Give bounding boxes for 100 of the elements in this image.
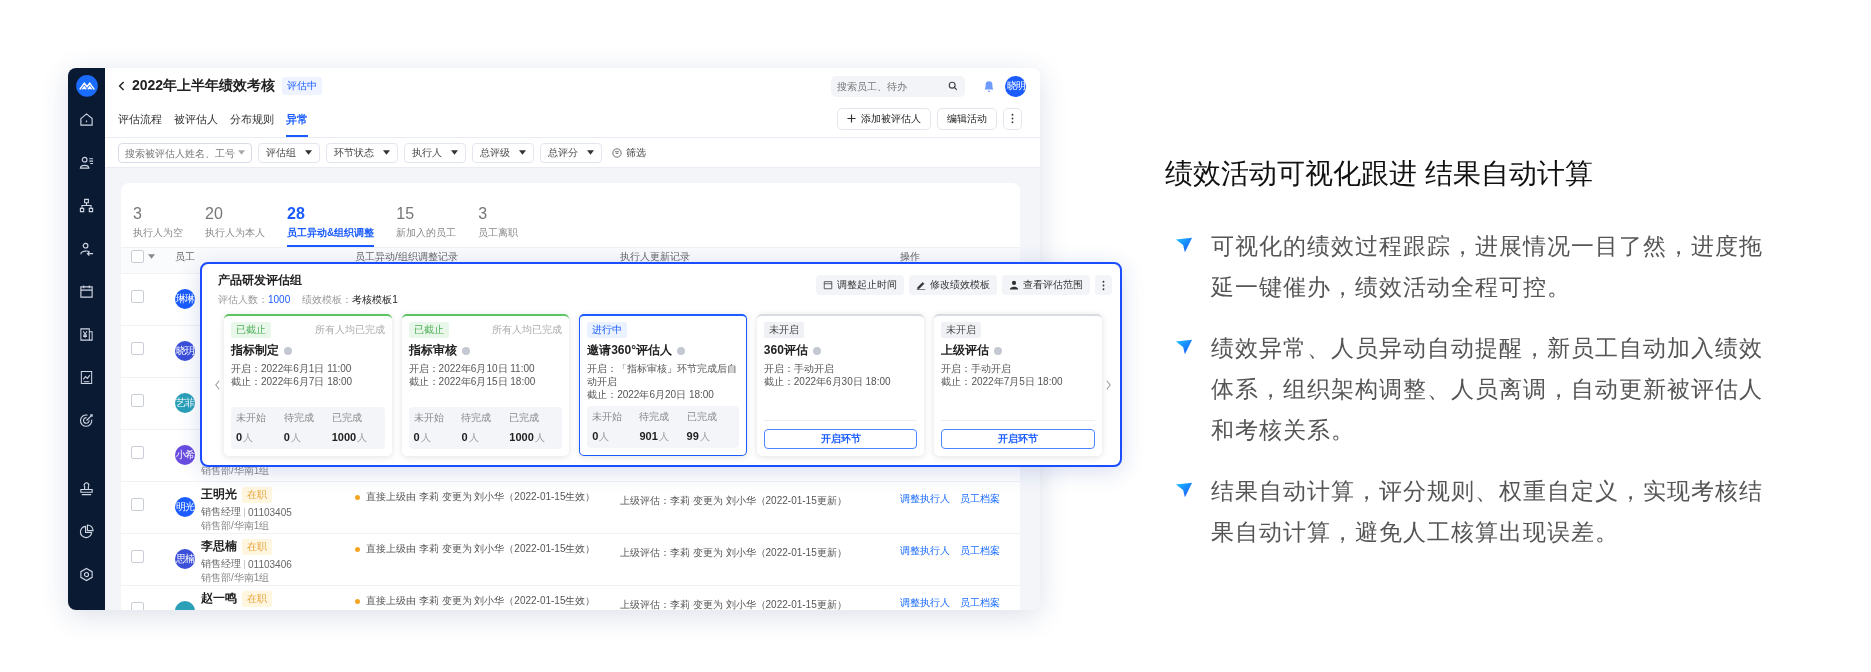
stage-name: 上级评估 xyxy=(941,342,990,359)
stage-name: 邀请360°评估人 xyxy=(587,342,672,359)
stamp-icon[interactable] xyxy=(79,481,94,496)
dot-icon xyxy=(355,546,360,552)
group-action-button[interactable]: 查看评估范围 xyxy=(1002,275,1090,295)
feature-text: 可视化的绩效过程跟踪，进展情况一目了然，进度拖延一键催办，绩效活动全程可控。 xyxy=(1211,232,1764,302)
row-checkbox[interactable] xyxy=(131,290,144,303)
filter-button[interactable]: 筛选 xyxy=(608,145,650,160)
info-icon[interactable] xyxy=(994,346,1003,355)
group-action-button[interactable]: 调整起止时间 xyxy=(816,275,904,295)
filter-dropdown[interactable]: 评估组 xyxy=(258,142,320,163)
stage-start: 开启：手动开启 xyxy=(941,362,1013,375)
stat-tab[interactable]: 3 员工离职 xyxy=(478,205,519,247)
stage-end: 截止：2022年7月5日 18:00 xyxy=(941,375,1064,388)
row-link[interactable]: 员工档案 xyxy=(960,596,1000,610)
group-action-button[interactable]: 修改绩效模板 xyxy=(909,275,997,295)
more-button[interactable] xyxy=(1095,275,1112,295)
count-value: 0 xyxy=(283,431,290,443)
stage-end: 截止：2022年6月7日 18:00 xyxy=(231,375,354,388)
feature-text: 绩效异常、人员异动自动提醒，新员工自动加入绩效体系，组织架构调整、人员离调，自动更新被评估人和考核关系。 xyxy=(1211,334,1764,445)
tab[interactable]: 分布规则 xyxy=(230,112,274,137)
info-icon[interactable] xyxy=(677,346,685,355)
stage-end: 截止：2022年6月15日 18:00 xyxy=(408,375,537,388)
select-all-checkbox[interactable] xyxy=(131,250,144,263)
department-text: 销售部/华南1组 xyxy=(201,571,271,585)
caret-icon xyxy=(519,150,526,155)
tab[interactable]: 被评估人 xyxy=(174,112,218,137)
change-record: 直接上级由 李莉 变更为 刘小华（2022-01-15生效） xyxy=(366,542,596,556)
action-button[interactable]: 添加被评估人 xyxy=(837,107,931,130)
row-link[interactable]: 调整执行人 xyxy=(900,544,950,558)
back-icon[interactable] xyxy=(118,80,126,92)
search-field[interactable]: 搜索员工、待办 xyxy=(831,75,965,97)
home-icon[interactable] xyxy=(79,111,94,127)
filter-dropdown[interactable]: 总评级 xyxy=(472,142,534,163)
row-link[interactable]: 员工档案 xyxy=(960,492,1000,506)
filter-dropdown[interactable]: 环节状态 xyxy=(326,142,398,163)
search-select-field[interactable]: 搜索被评估人姓名、工号 xyxy=(118,143,252,163)
count-value: 0 xyxy=(413,431,420,443)
start-stage-button[interactable]: 开启环节 xyxy=(941,429,1095,449)
position-text: 销售经理 xyxy=(201,505,241,519)
count-label: 待完成 xyxy=(639,410,671,424)
user-arrow-icon[interactable] xyxy=(79,240,94,256)
info-icon[interactable] xyxy=(461,346,470,355)
filter-dropdown[interactable]: 执行人 xyxy=(404,142,466,163)
settings-icon[interactable] xyxy=(79,567,94,582)
row-checkbox[interactable] xyxy=(131,550,144,563)
bullet-icon xyxy=(1175,481,1193,499)
department-text: 销售部/华南1组 xyxy=(201,519,271,533)
user-avatar[interactable]: 晓明 xyxy=(1005,75,1026,97)
tab[interactable]: 评估流程 xyxy=(118,112,162,137)
row-checkbox[interactable] xyxy=(131,446,144,459)
stage-status-tag: 进行中 xyxy=(587,322,628,338)
status-tag: 在职 xyxy=(242,486,272,503)
row-checkbox[interactable] xyxy=(131,394,144,407)
calendar-icon[interactable] xyxy=(79,283,94,299)
row-checkbox[interactable] xyxy=(131,498,144,511)
row-link[interactable]: 调整执行人 xyxy=(900,492,950,506)
stage-name: 360评估 xyxy=(763,342,808,359)
logo-icon[interactable] xyxy=(74,75,99,97)
evaluator-label: 评估人数： xyxy=(218,294,268,305)
pie-chart-icon[interactable] xyxy=(79,524,94,539)
employee-name: 王明光 xyxy=(201,486,237,503)
row-link[interactable]: 调整执行人 xyxy=(900,596,950,610)
column-header: 员工异动/组织调整记录 xyxy=(355,250,459,264)
stat-tab[interactable]: 20 执行人为本人 xyxy=(205,205,265,247)
count-unit: 人 xyxy=(468,432,479,443)
more-icon xyxy=(1011,113,1014,124)
avatar: 琳琳 xyxy=(175,289,195,309)
row-checkbox[interactable] xyxy=(131,342,144,355)
count-value: 901 xyxy=(639,430,658,442)
yen-document-icon[interactable] xyxy=(79,326,94,342)
count-unit: 人 xyxy=(599,431,610,442)
org-chart-icon[interactable] xyxy=(79,197,94,213)
more-icon xyxy=(1102,279,1105,291)
template-label: 绩效模板： xyxy=(302,294,353,305)
caret-icon[interactable] xyxy=(148,254,155,259)
chart-document-icon[interactable] xyxy=(79,369,94,385)
person-icon xyxy=(1009,280,1019,290)
avatar: 艺菲 xyxy=(175,393,195,413)
info-icon[interactable] xyxy=(284,346,292,355)
row-link[interactable]: 员工档案 xyxy=(960,544,1000,558)
more-button[interactable] xyxy=(1003,107,1022,130)
count-label: 已完成 xyxy=(509,411,541,425)
bell-icon[interactable] xyxy=(983,79,995,93)
stat-tab[interactable]: 3 执行人为空 xyxy=(133,205,183,247)
tab[interactable]: 异常 xyxy=(286,112,308,137)
avatar: 明光 xyxy=(175,497,195,517)
count-unit: 人 xyxy=(658,431,669,442)
count-label: 未开始 xyxy=(236,411,267,425)
action-button[interactable]: 编辑活动 xyxy=(937,107,997,130)
info-icon[interactable] xyxy=(812,346,821,355)
user-list-icon[interactable] xyxy=(79,154,94,170)
stat-tab[interactable]: 15 新加入的员工 xyxy=(396,205,457,247)
start-stage-button[interactable]: 开启环节 xyxy=(763,429,918,449)
count-label: 待完成 xyxy=(283,411,315,425)
stage-name: 指标审核 xyxy=(408,342,457,359)
position-text: 销售经理 xyxy=(201,557,241,571)
pencil-icon xyxy=(916,280,926,290)
target-icon[interactable] xyxy=(79,412,94,428)
filter-dropdown[interactable]: 总评分 xyxy=(540,142,602,163)
